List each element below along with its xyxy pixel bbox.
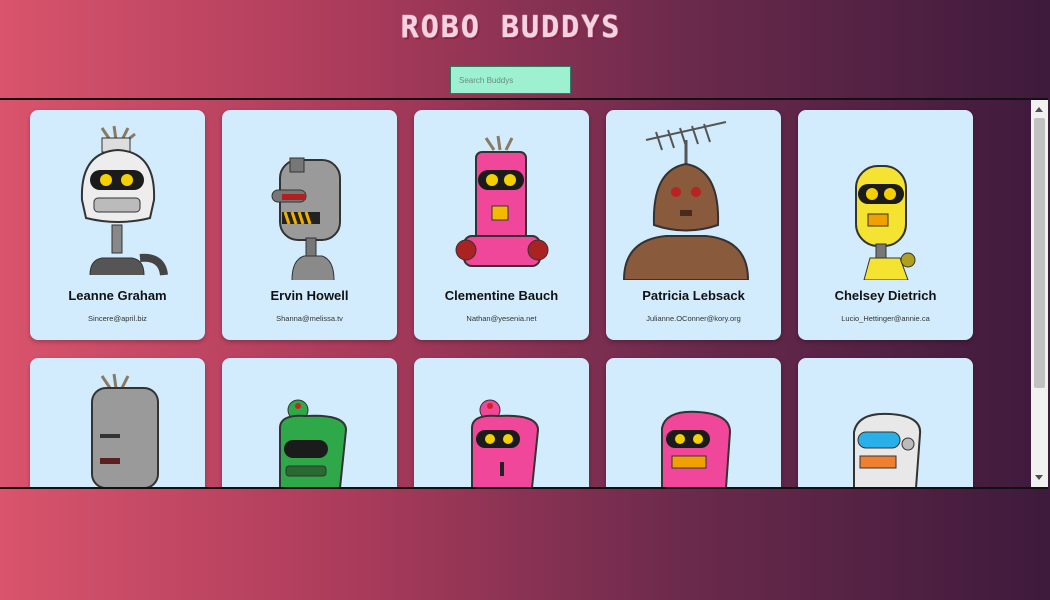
scroll-down-arrow-icon[interactable] xyxy=(1035,475,1043,480)
robot-avatar xyxy=(471,399,540,487)
robot-name: Patricia Lebsack xyxy=(642,288,745,303)
robot-avatar xyxy=(855,165,916,280)
robot-name: Chelsey Dietrich xyxy=(834,288,937,303)
robot-card[interactable]: Patricia Lebsack Julianne.OConner@kory.o… xyxy=(606,110,781,340)
robot-card[interactable] xyxy=(222,358,397,487)
robot-avatar xyxy=(661,410,732,487)
robot-card[interactable]: Ervin Howell Shanna@melissa.tv xyxy=(222,110,397,340)
robot-name: Leanne Graham xyxy=(68,288,167,303)
scroll-up-arrow-icon[interactable] xyxy=(1035,107,1043,112)
robot-card[interactable] xyxy=(606,358,781,487)
robot-card[interactable] xyxy=(414,358,589,487)
robot-card[interactable]: Clementine Bauch Nathan@yesenia.net xyxy=(414,110,589,340)
robot-name: Ervin Howell xyxy=(270,288,349,303)
robot-avatar xyxy=(853,412,922,487)
robot-avatar xyxy=(622,121,750,280)
app-title: ROBO BUDDYS xyxy=(400,10,622,45)
robot-email: Nathan@yesenia.net xyxy=(466,314,537,323)
robot-list-scroll-area[interactable]: Leanne Graham Sincere@april.biz Ervin Ho… xyxy=(0,98,1048,489)
robot-avatar xyxy=(279,399,348,487)
robot-card[interactable]: Chelsey Dietrich Lucio_Hettinger@annie.c… xyxy=(798,110,973,340)
robot-card[interactable] xyxy=(798,358,973,487)
robot-email: Lucio_Hettinger@annie.ca xyxy=(841,314,930,323)
robot-card[interactable]: Leanne Graham Sincere@april.biz xyxy=(30,110,205,340)
robot-name: Clementine Bauch xyxy=(444,288,559,303)
search-input[interactable] xyxy=(450,66,571,94)
scrollbar-thumb[interactable] xyxy=(1034,118,1045,388)
robot-card[interactable] xyxy=(30,358,205,487)
robot-avatar xyxy=(455,135,549,267)
robot-avatar xyxy=(91,373,159,487)
robot-avatar xyxy=(80,125,168,276)
robot-email: Julianne.OConner@kory.org xyxy=(646,314,741,323)
robot-email: Sincere@april.biz xyxy=(88,314,147,323)
vertical-scrollbar[interactable] xyxy=(1031,100,1048,487)
robot-avatar xyxy=(271,157,341,280)
robot-email: Shanna@melissa.tv xyxy=(276,314,343,323)
